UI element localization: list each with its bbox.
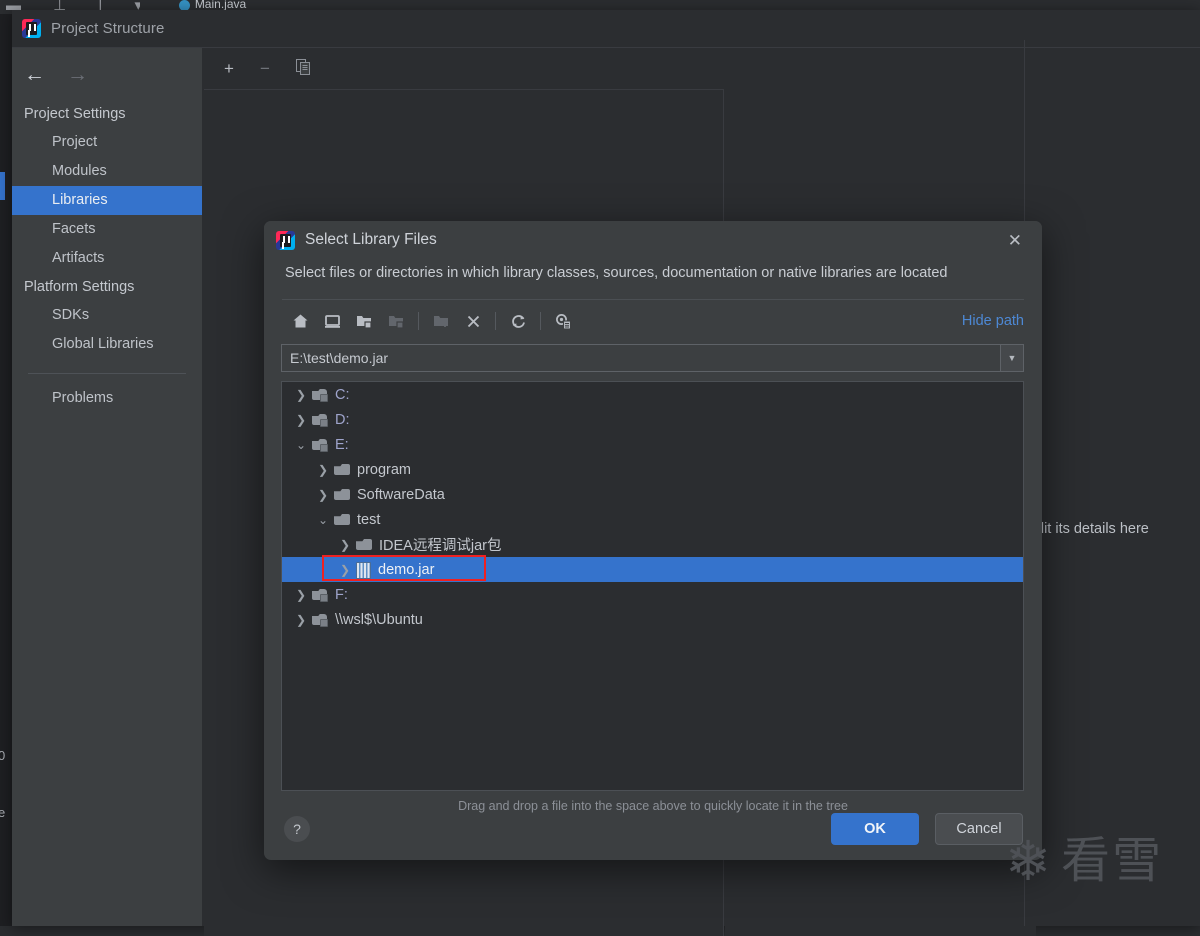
select-library-files-dialog: Select Library Files ✕ Select files or d… xyxy=(264,221,1042,860)
tree-item-label: demo.jar xyxy=(378,562,434,578)
dialog-action-buttons: OK Cancel xyxy=(831,813,1023,845)
sidebar-item-sdks[interactable]: SDKs xyxy=(12,301,202,330)
add-library-button[interactable]: + xyxy=(224,60,234,77)
toolbar-separator xyxy=(495,312,496,330)
project-structure-titlebar: Project Structure xyxy=(12,10,1200,48)
folder-icon xyxy=(334,513,350,526)
library-detail-hint-text: dit its details here xyxy=(1036,521,1149,537)
ide-selection-marker xyxy=(0,172,5,200)
toolbar-separator xyxy=(418,312,419,330)
close-icon[interactable]: ✕ xyxy=(1002,229,1028,252)
chevron-right-icon[interactable]: ❯ xyxy=(290,613,312,627)
project-structure-sidebar: ← → Project Settings Project Modules Lib… xyxy=(12,48,203,926)
ide-ghost-text-top: 0 xyxy=(0,748,5,763)
dialog-footer: ? OK Cancel xyxy=(264,798,1042,860)
sidebar-item-facets[interactable]: Facets xyxy=(12,215,202,244)
sidebar-group-platform-settings: Platform Settings xyxy=(12,273,202,301)
chevron-right-icon[interactable]: ❯ xyxy=(334,563,356,577)
jar-file-icon xyxy=(356,562,369,577)
path-row: ▼ xyxy=(281,344,1024,372)
folder-icon xyxy=(356,538,372,551)
sidebar-group-project-settings: Project Settings xyxy=(12,100,202,128)
drive-icon xyxy=(312,613,328,626)
chevron-right-icon[interactable]: ❯ xyxy=(290,413,312,427)
tree-row[interactable]: ❯ F: xyxy=(282,582,1023,607)
sidebar-item-modules[interactable]: Modules xyxy=(12,157,202,186)
tree-row[interactable]: ⌄ E: xyxy=(282,432,1023,457)
refresh-icon[interactable] xyxy=(502,307,534,335)
tree-row[interactable]: ⌄ test xyxy=(282,507,1023,532)
tree-row[interactable]: ❯ program xyxy=(282,457,1023,482)
hide-path-link[interactable]: Hide path xyxy=(962,313,1024,329)
sidebar-nav-arrows: ← → xyxy=(12,48,202,100)
file-tree[interactable]: ❯ C: ❯ D: ⌄ E: ❯ program ❯ SoftwareData … xyxy=(281,381,1024,791)
sidebar-item-project[interactable]: Project xyxy=(12,128,202,157)
tree-item-label: D: xyxy=(335,412,350,428)
chevron-right-icon[interactable]: ❯ xyxy=(290,388,312,402)
home-icon[interactable] xyxy=(284,307,316,335)
sidebar-item-problems[interactable]: Problems xyxy=(12,384,202,413)
chevron-right-icon[interactable]: ❯ xyxy=(312,488,334,502)
sidebar-divider xyxy=(28,373,186,374)
sidebar-item-global-libraries[interactable]: Global Libraries xyxy=(12,330,202,359)
cancel-button[interactable]: Cancel xyxy=(935,813,1023,845)
dialog-titlebar: Select Library Files ✕ xyxy=(264,221,1042,259)
file-chooser-toolbar: Hide path xyxy=(264,300,1042,342)
chevron-right-icon[interactable]: ❯ xyxy=(312,463,334,477)
dialog-subtitle: Select files or directories in which lib… xyxy=(264,259,1042,281)
libraries-toolbar: + − xyxy=(204,48,724,90)
tree-item-label: C: xyxy=(335,387,350,403)
tree-row[interactable]: ❯ IDEA远程调试jar包 xyxy=(282,532,1023,557)
ide-ghost-text-bottom: e xyxy=(0,805,5,820)
back-arrow-icon[interactable]: ← xyxy=(24,64,45,85)
tree-item-label: test xyxy=(357,512,380,528)
tree-item-label: E: xyxy=(335,437,349,453)
tree-row[interactable]: ❯ SoftwareData xyxy=(282,482,1023,507)
page-title: Project Structure xyxy=(51,20,164,37)
show-hidden-files-icon[interactable] xyxy=(547,307,579,335)
tree-item-label: F: xyxy=(335,587,348,603)
intellij-idea-icon xyxy=(276,231,295,250)
chevron-down-icon[interactable]: ▼ xyxy=(1000,344,1024,372)
folder-icon xyxy=(334,488,350,501)
tree-row[interactable]: ❯ \\wsl$\Ubuntu xyxy=(282,607,1023,632)
chevron-right-icon[interactable]: ❯ xyxy=(290,588,312,602)
sidebar-item-libraries[interactable]: Libraries xyxy=(12,186,202,215)
chevron-right-icon[interactable]: ❯ xyxy=(334,538,356,552)
desktop-icon[interactable] xyxy=(316,307,348,335)
new-folder-icon xyxy=(425,307,457,335)
dialog-title: Select Library Files xyxy=(305,231,992,249)
toolbar-separator xyxy=(540,312,541,330)
tree-row-demo-jar[interactable]: ❯ demo.jar xyxy=(282,557,1023,582)
drive-icon xyxy=(312,588,328,601)
path-input[interactable] xyxy=(281,344,1000,372)
tree-row[interactable]: ❯ C: xyxy=(282,382,1023,407)
tree-item-label: \\wsl$\Ubuntu xyxy=(335,612,423,628)
sidebar-item-artifacts[interactable]: Artifacts xyxy=(12,244,202,273)
folder-icon xyxy=(334,463,350,476)
ok-button[interactable]: OK xyxy=(831,813,919,845)
chevron-down-icon[interactable]: ⌄ xyxy=(312,513,334,527)
module-folder-icon xyxy=(380,307,412,335)
tree-item-label: SoftwareData xyxy=(357,487,445,503)
tree-row[interactable]: ❯ D: xyxy=(282,407,1023,432)
drive-icon xyxy=(312,438,328,451)
remove-library-button[interactable]: − xyxy=(260,60,270,77)
drive-icon xyxy=(312,413,328,426)
project-folder-icon[interactable] xyxy=(348,307,380,335)
help-button[interactable]: ? xyxy=(284,816,310,842)
tree-item-label: program xyxy=(357,462,411,478)
drive-icon xyxy=(312,388,328,401)
forward-arrow-icon[interactable]: → xyxy=(67,64,88,85)
copy-library-button[interactable] xyxy=(296,59,311,78)
intellij-idea-icon xyxy=(22,19,41,38)
tree-item-label: IDEA远程调试jar包 xyxy=(379,534,501,555)
chevron-down-icon[interactable]: ⌄ xyxy=(290,438,312,452)
delete-icon[interactable] xyxy=(457,307,489,335)
